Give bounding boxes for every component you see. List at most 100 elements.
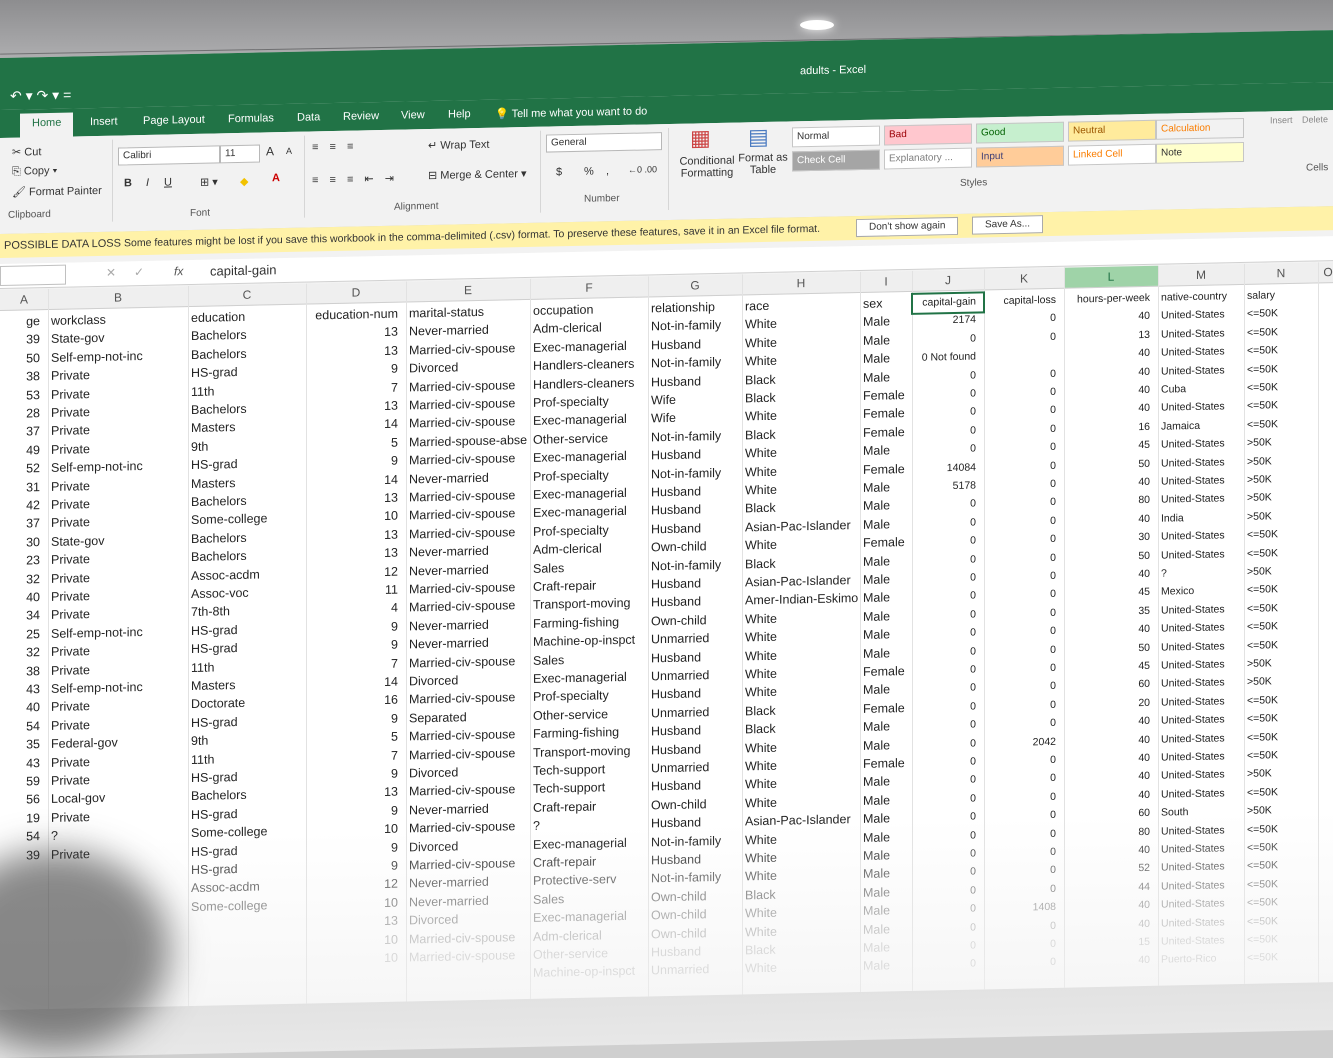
data-cell[interactable]: Black <box>745 427 776 444</box>
column-header-a[interactable]: A <box>0 292 48 307</box>
data-cell[interactable]: 0 <box>912 441 976 458</box>
data-cell[interactable]: Husband <box>651 778 701 795</box>
data-cell[interactable]: Bachelors <box>191 548 247 565</box>
data-cell[interactable]: Divorced <box>409 672 458 689</box>
data-cell[interactable]: HS-grad <box>191 640 238 657</box>
data-cell[interactable]: Farming-fishing <box>533 724 619 742</box>
data-cell[interactable]: 40 <box>1064 621 1150 639</box>
data-cell[interactable]: United-States <box>1161 638 1225 655</box>
data-cell[interactable]: HS-grad <box>191 769 238 786</box>
cell-style-bad[interactable]: Bad <box>884 123 972 146</box>
data-cell[interactable]: 40 <box>1064 400 1150 418</box>
data-cell[interactable]: Exec-managerial <box>533 669 627 687</box>
data-cell[interactable]: Sales <box>533 652 564 669</box>
data-cell[interactable]: 49 <box>0 442 40 459</box>
data-cell[interactable]: 0 <box>984 365 1056 383</box>
header-cell[interactable]: relationship <box>651 299 715 316</box>
data-cell[interactable]: 50 <box>1064 456 1150 474</box>
data-cell[interactable]: 7 <box>306 379 398 397</box>
data-cell[interactable]: 0 <box>984 531 1056 549</box>
column-header-i[interactable]: I <box>860 274 912 289</box>
data-cell[interactable]: >50K <box>1247 471 1272 488</box>
data-cell[interactable]: Separated <box>409 709 467 726</box>
data-cell[interactable]: 0 <box>912 790 976 807</box>
cut-button[interactable]: ✂ Cut <box>12 145 41 159</box>
data-cell[interactable]: Black <box>745 721 776 738</box>
data-cell[interactable]: Bachelors <box>191 401 247 418</box>
data-cell[interactable]: Never-married <box>409 561 489 579</box>
data-cell[interactable]: 0 <box>984 660 1056 678</box>
data-cell[interactable]: 40 <box>1064 382 1150 400</box>
bold-button[interactable]: B <box>124 177 132 189</box>
data-cell[interactable]: Bachelors <box>191 787 247 804</box>
data-cell[interactable]: Black <box>745 703 776 720</box>
tab-insert[interactable]: Insert <box>90 116 118 129</box>
data-cell[interactable]: 45 <box>1064 584 1150 602</box>
data-cell[interactable]: <=50K <box>1247 526 1278 543</box>
data-cell[interactable]: Black <box>745 390 776 407</box>
data-cell[interactable]: Tech-support <box>533 761 605 779</box>
data-cell[interactable]: White <box>745 316 777 333</box>
data-cell[interactable]: ? <box>1161 566 1167 582</box>
data-cell[interactable]: Self-emp-not-inc <box>51 458 143 476</box>
data-cell[interactable]: HS-grad <box>191 622 238 639</box>
data-cell[interactable]: 28 <box>0 405 40 422</box>
data-cell[interactable]: 13 <box>306 784 398 802</box>
dont-show-again-button[interactable]: Don't show again <box>856 216 959 238</box>
data-cell[interactable]: 32 <box>0 644 40 661</box>
data-cell[interactable]: 9 <box>306 453 398 471</box>
header-cell[interactable]: education <box>191 309 245 326</box>
data-cell[interactable]: HS-grad <box>191 456 238 473</box>
data-cell[interactable]: Never-married <box>409 469 489 487</box>
data-cell[interactable]: 0 <box>984 641 1056 659</box>
data-cell[interactable]: Husband <box>651 723 701 740</box>
column-header-d[interactable]: D <box>306 284 406 300</box>
data-cell[interactable]: 39 <box>0 332 40 349</box>
data-cell[interactable]: 13 <box>306 398 398 416</box>
data-cell[interactable]: Cuba <box>1161 381 1186 398</box>
data-cell[interactable]: 0 <box>912 606 976 623</box>
insert-cells-button[interactable]: Insert <box>1270 115 1293 125</box>
data-cell[interactable]: Male <box>863 627 890 644</box>
data-cell[interactable]: Male <box>863 332 890 349</box>
data-cell[interactable]: Unmarried <box>651 759 709 776</box>
data-cell[interactable]: <=50K <box>1247 324 1278 341</box>
data-cell[interactable]: 0 <box>912 514 976 531</box>
data-cell[interactable]: 45 <box>1064 437 1150 455</box>
fill-color-icon[interactable]: ◆ <box>240 175 248 188</box>
data-cell[interactable]: Private <box>51 496 90 513</box>
data-cell[interactable]: White <box>745 647 777 664</box>
data-cell[interactable]: Female <box>863 755 905 772</box>
data-cell[interactable]: 31 <box>0 479 40 496</box>
data-cell[interactable]: State-gov <box>51 533 105 550</box>
cell-style-good[interactable]: Good <box>976 121 1064 144</box>
data-cell[interactable]: 13 <box>306 490 398 508</box>
data-cell[interactable]: Private <box>51 643 90 660</box>
data-cell[interactable]: 0 <box>912 533 976 550</box>
data-cell[interactable]: HS-grad <box>191 364 238 381</box>
data-cell[interactable]: 0 <box>984 384 1056 402</box>
data-cell[interactable]: Private <box>51 809 90 826</box>
data-cell[interactable]: Self-emp-not-inc <box>51 679 143 697</box>
data-cell[interactable]: Other-service <box>533 430 608 448</box>
data-cell[interactable]: Exec-managerial <box>533 503 627 521</box>
data-cell[interactable]: <=50K <box>1247 784 1278 801</box>
data-cell[interactable]: Masters <box>191 677 235 694</box>
data-cell[interactable]: United-States <box>1161 546 1225 563</box>
header-cell[interactable]: salary <box>1247 287 1275 304</box>
cell-style-linked-cell[interactable]: Linked Cell <box>1068 143 1156 166</box>
data-cell[interactable]: Female <box>863 405 905 422</box>
grow-font-button[interactable]: A <box>266 144 274 158</box>
data-cell[interactable]: Male <box>863 351 890 368</box>
data-cell[interactable]: 0 <box>912 735 976 752</box>
data-cell[interactable]: 0 <box>984 586 1056 604</box>
data-cell[interactable]: Married-civ-spouse <box>409 745 515 763</box>
data-cell[interactable]: Never-married <box>409 543 489 561</box>
data-cell[interactable]: 40 <box>0 589 40 606</box>
data-cell[interactable]: Divorced <box>409 360 458 377</box>
data-cell[interactable]: 0 <box>984 605 1056 623</box>
data-cell[interactable]: Black <box>745 555 776 572</box>
tab-data[interactable]: Data <box>297 111 320 123</box>
data-cell[interactable]: 0 <box>984 457 1056 475</box>
data-cell[interactable]: Black <box>745 500 776 517</box>
